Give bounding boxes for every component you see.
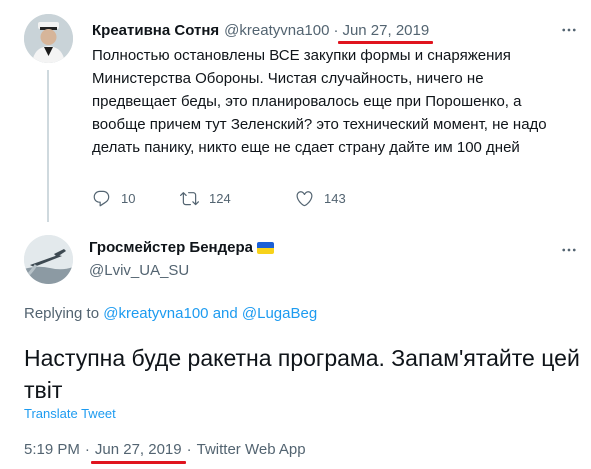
author-handle[interactable]: @kreatyvna100 — [224, 22, 329, 39]
tweet-time[interactable]: 5:19 PM — [24, 441, 80, 458]
more-icon[interactable] — [559, 20, 579, 40]
more-icon[interactable] — [559, 240, 579, 260]
thread-connector — [47, 70, 49, 222]
tweet-date-text: Jun 27, 2019 — [342, 21, 430, 39]
replying-prefix: Replying to — [24, 305, 100, 322]
avatar[interactable] — [24, 14, 73, 63]
header-separator: · — [333, 21, 339, 39]
tweet-source[interactable]: Twitter Web App — [197, 441, 306, 458]
like-count: 143 — [324, 190, 346, 206]
retweet-count: 124 — [209, 190, 231, 206]
avatar-image — [24, 235, 73, 284]
like-button[interactable]: 143 — [295, 189, 395, 208]
replying-to: Replying to @kreatyvna100 and @LugaBeg — [24, 305, 317, 322]
retweet-icon — [180, 191, 199, 205]
replying-user-link[interactable]: @LugaBeg — [242, 305, 317, 322]
tweet-date[interactable]: Jun 27, 2019 — [90, 441, 186, 464]
avatar[interactable] — [24, 235, 73, 284]
tweet-text: Наступна буде ракетна програма. Запам'ят… — [24, 345, 580, 403]
tweet-text: Полностью остановлены ВСЕ закупки формы … — [92, 47, 547, 156]
retweet-button[interactable]: 124 — [180, 189, 295, 208]
replying-and[interactable]: and — [213, 305, 238, 322]
annotation-underline — [90, 461, 186, 464]
ukraine-flag-icon — [256, 241, 274, 254]
author-name: Гросмейстер Бендера — [89, 239, 253, 256]
author-name[interactable]: Креативна Сотня — [92, 22, 219, 39]
author-name-row[interactable]: Гросмейстер Бендера — [89, 239, 274, 256]
tweet-header: Креативна Сотня @kreatyvna100 · Jun 27, … — [92, 19, 434, 44]
translate-tweet-link[interactable]: Translate Tweet — [24, 406, 116, 421]
meta-separator: · — [186, 441, 192, 458]
parent-tweet[interactable]: Креативна Сотня @kreatyvna100 · Jun 27, … — [0, 0, 591, 222]
tweet-meta: 5:19 PM · Jun 27, 2019 · Twitter Web App — [24, 441, 306, 464]
avatar-image — [24, 14, 73, 63]
reply-count: 10 — [121, 190, 136, 206]
reply-button[interactable]: 10 — [92, 189, 180, 208]
reply-icon — [93, 190, 110, 206]
tweet-date[interactable]: Jun 27, 2019 — [338, 21, 434, 44]
meta-separator: · — [84, 441, 90, 458]
tweet-date-text: Jun 27, 2019 — [94, 441, 182, 458]
replying-user-link[interactable]: @kreatyvna100 — [103, 305, 208, 322]
author-handle[interactable]: @Lviv_UA_SU — [89, 262, 189, 279]
tweet-actions: 10 124 143 — [92, 187, 395, 209]
like-icon — [296, 190, 313, 206]
